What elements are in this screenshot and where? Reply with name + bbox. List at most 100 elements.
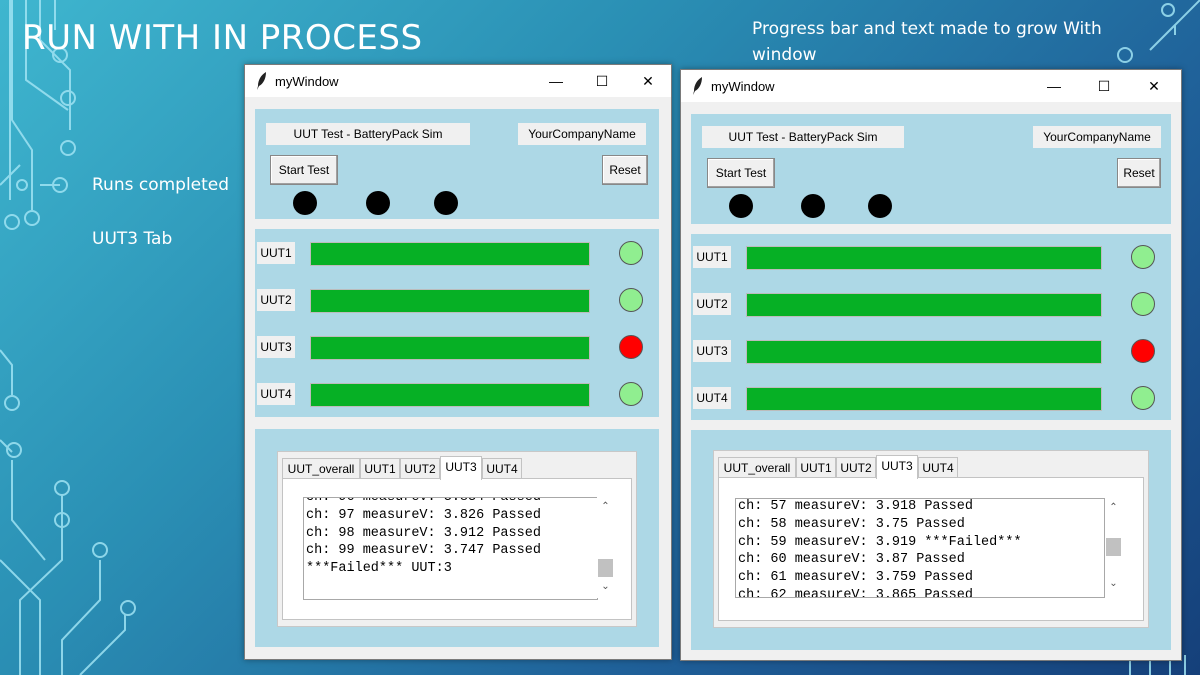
uut2-status-indicator — [1131, 292, 1155, 316]
tab-notebook: UUT_overall UUT1 UUT2 UUT3 UUT4 ch: 57 m… — [713, 450, 1149, 628]
uut1-label: UUT1 — [693, 246, 731, 268]
indicator-led — [434, 191, 458, 215]
header-panel: UUT Test - BatteryPack Sim YourCompanyNa… — [691, 114, 1171, 224]
uut2-label: UUT2 — [257, 289, 295, 311]
tab-uut1[interactable]: UUT1 — [360, 458, 400, 479]
log-line: ch: 98 measureV: 3.912 Passed — [306, 525, 541, 541]
tab-uut2[interactable]: UUT2 — [836, 457, 876, 478]
progress-fill — [311, 337, 589, 359]
uut3-status-indicator — [1131, 339, 1155, 363]
tab-uut1[interactable]: UUT1 — [796, 457, 836, 478]
log-text-area[interactable]: ch: 57 measureV: 3.918 Passed ch: 58 mea… — [735, 498, 1105, 598]
start-test-button[interactable]: Start Test — [270, 155, 338, 185]
window-title: myWindow — [275, 74, 339, 89]
uut2-progress-bar — [310, 289, 590, 313]
progress-fill — [747, 341, 1101, 363]
uut4-status-indicator — [1131, 386, 1155, 410]
tab-uut3[interactable]: UUT3 — [876, 455, 918, 479]
log-line: ch: 62 measureV: 3.865 Passed — [738, 587, 973, 598]
scroll-up-icon[interactable]: ⌃ — [597, 501, 614, 512]
log-line: ch: 59 measureV: 3.919 ***Failed*** — [738, 534, 1022, 550]
scroll-up-icon[interactable]: ⌃ — [1105, 502, 1122, 513]
log-text-area[interactable]: ch: 96 measureV: 3.834 Passed ch: 97 mea… — [303, 497, 598, 600]
app-window-right: myWindow — ☐ ✕ UUT Test - BatteryPack Si… — [680, 69, 1182, 661]
minimize-icon[interactable]: — — [1031, 70, 1077, 102]
tab-notebook: UUT_overall UUT1 UUT2 UUT3 UUT4 ch: 96 m… — [277, 451, 637, 627]
progress-fill — [311, 243, 589, 265]
uut3-label: UUT3 — [693, 340, 731, 362]
log-line: ch: 57 measureV: 3.918 Passed — [738, 499, 973, 514]
log-panel: UUT_overall UUT1 UUT2 UUT3 UUT4 ch: 96 m… — [255, 429, 659, 647]
uut2-label: UUT2 — [693, 293, 731, 315]
tab-content: ch: 96 measureV: 3.834 Passed ch: 97 mea… — [282, 478, 632, 620]
log-line: ch: 97 measureV: 3.826 Passed — [306, 507, 541, 523]
log-line: ch: 58 measureV: 3.75 Passed — [738, 516, 965, 532]
uut1-label: UUT1 — [257, 242, 295, 264]
progress-fill — [747, 388, 1101, 410]
log-line: ch: 96 measureV: 3.834 Passed — [306, 497, 541, 505]
slide-title: RUN WITH IN PROCESS — [22, 18, 423, 58]
log-line: ch: 99 measureV: 3.747 Passed — [306, 543, 541, 559]
reset-button[interactable]: Reset — [1117, 158, 1161, 188]
scroll-thumb[interactable] — [598, 559, 613, 577]
note-progress-grow: Progress bar and text made to grow With … — [752, 19, 1102, 65]
uut1-progress-bar — [310, 242, 590, 266]
log-scrollbar[interactable]: ⌃ ⌄ — [597, 497, 614, 598]
indicator-led — [801, 194, 825, 218]
uut3-progress-bar — [310, 336, 590, 360]
maximize-icon[interactable]: ☐ — [1081, 70, 1127, 102]
log-scrollbar[interactable]: ⌃ ⌄ — [1105, 498, 1122, 596]
uut4-label: UUT4 — [257, 383, 295, 405]
app-title-label: UUT Test - BatteryPack Sim — [702, 126, 904, 148]
log-panel: UUT_overall UUT1 UUT2 UUT3 UUT4 ch: 57 m… — [691, 430, 1171, 650]
uut3-status-indicator — [619, 335, 643, 359]
title-bar[interactable]: myWindow — ☐ ✕ — [245, 65, 671, 97]
title-bar[interactable]: myWindow — ☐ ✕ — [681, 70, 1181, 102]
progress-panel: UUT1 UUT2 UUT3 UUT4 — [255, 229, 659, 417]
indicator-led — [868, 194, 892, 218]
uut3-progress-bar — [746, 340, 1102, 364]
maximize-icon[interactable]: ☐ — [579, 65, 625, 97]
scroll-down-icon[interactable]: ⌄ — [1105, 578, 1122, 589]
log-line: ch: 60 measureV: 3.87 Passed — [738, 552, 965, 568]
indicator-led — [293, 191, 317, 215]
tab-uut2[interactable]: UUT2 — [400, 458, 440, 479]
tab-uut-overall[interactable]: UUT_overall — [718, 457, 796, 478]
note-runs-completed: Runs completed — [92, 175, 230, 195]
indicator-led — [366, 191, 390, 215]
scroll-thumb[interactable] — [1106, 538, 1121, 556]
uut4-label: UUT4 — [693, 387, 731, 409]
progress-fill — [311, 384, 589, 406]
uut2-progress-bar — [746, 293, 1102, 317]
uut4-progress-bar — [746, 387, 1102, 411]
progress-fill — [747, 247, 1101, 269]
uut3-label: UUT3 — [257, 336, 295, 358]
uut1-progress-bar — [746, 246, 1102, 270]
progress-fill — [747, 294, 1101, 316]
company-label: YourCompanyName — [1033, 126, 1161, 148]
log-line: ch: 61 measureV: 3.759 Passed — [738, 570, 973, 586]
tab-content: ch: 57 measureV: 3.918 Passed ch: 58 mea… — [718, 477, 1144, 621]
app-window-left: myWindow — ☐ ✕ UUT Test - BatteryPack Si… — [244, 64, 672, 660]
header-panel: UUT Test - BatteryPack Sim YourCompanyNa… — [255, 109, 659, 219]
feather-icon — [693, 77, 702, 95]
log-line: ***Failed*** UUT:3 — [306, 561, 452, 577]
close-icon[interactable]: ✕ — [1131, 70, 1177, 102]
window-title: myWindow — [711, 79, 775, 94]
tab-uut-overall[interactable]: UUT_overall — [282, 458, 360, 479]
scroll-down-icon[interactable]: ⌄ — [597, 581, 614, 592]
company-label: YourCompanyName — [518, 123, 646, 145]
uut1-status-indicator — [1131, 245, 1155, 269]
note-uut3-tab: UUT3 Tab — [92, 229, 173, 249]
indicator-led — [729, 194, 753, 218]
start-test-button[interactable]: Start Test — [707, 158, 775, 188]
minimize-icon[interactable]: — — [533, 65, 579, 97]
app-title-label: UUT Test - BatteryPack Sim — [266, 123, 470, 145]
close-icon[interactable]: ✕ — [625, 65, 671, 97]
reset-button[interactable]: Reset — [602, 155, 648, 185]
tab-uut4[interactable]: UUT4 — [482, 458, 522, 479]
tab-uut4[interactable]: UUT4 — [918, 457, 958, 478]
progress-panel: UUT1 UUT2 UUT3 UUT4 — [691, 234, 1171, 420]
uut1-status-indicator — [619, 241, 643, 265]
tab-uut3[interactable]: UUT3 — [440, 456, 482, 480]
